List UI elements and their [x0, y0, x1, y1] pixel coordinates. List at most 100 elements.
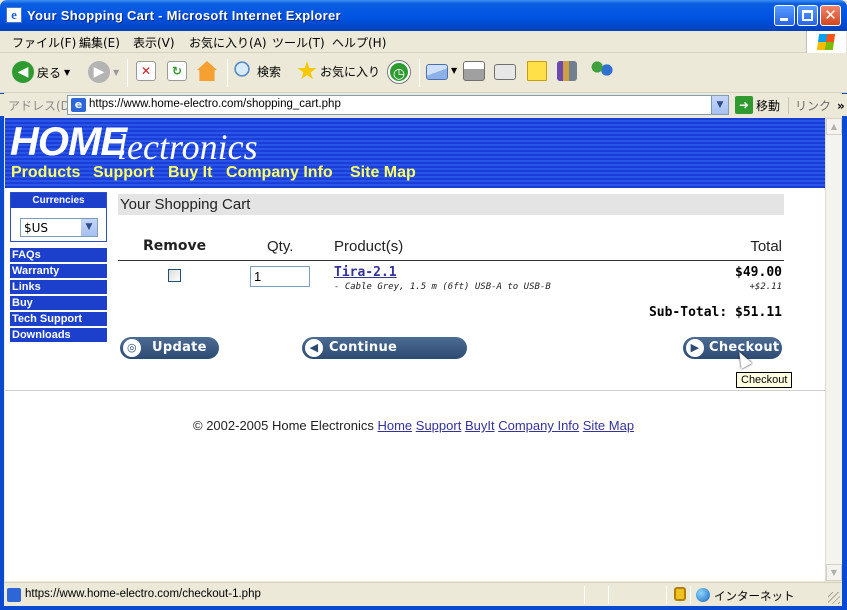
currency-value: $US [24, 221, 49, 235]
update-button[interactable]: ◎ Update [120, 337, 219, 359]
page-icon: e [71, 98, 86, 112]
edit-button[interactable] [494, 61, 516, 85]
ie-app-icon[interactable]: e [6, 7, 22, 23]
continue-shopping-button[interactable]: ◀ Continue Shopping [302, 337, 467, 377]
sidebar-link-links[interactable]: Links [10, 280, 107, 294]
go-label: 移動 [756, 98, 781, 113]
menu-file[interactable]: ファイル(F) [12, 34, 76, 51]
minimize-button[interactable] [774, 5, 795, 26]
title-bar[interactable]: e Your Shopping Cart - Microsoft Interne… [0, 0, 847, 31]
menu-edit[interactable]: 編集(E) [79, 34, 120, 51]
page-content: HOME lectronics Products Support Buy It … [5, 118, 825, 581]
mail-button[interactable]: ▼ [426, 61, 457, 85]
favorites-button[interactable]: お気に入り [297, 61, 380, 85]
nav-site-map[interactable]: Site Map [350, 164, 416, 182]
site-logo-electronics[interactable]: lectronics [117, 126, 258, 168]
site-banner: HOME lectronics Products Support Buy It … [5, 118, 825, 188]
currencies-heading: Currencies [11, 193, 106, 208]
nav-buy-it[interactable]: Buy It [168, 164, 212, 182]
discuss-button[interactable] [527, 61, 547, 85]
footer-link-home[interactable]: Home [377, 418, 412, 433]
home-button[interactable] [197, 61, 217, 85]
menu-help[interactable]: ヘルプ(H) [332, 34, 386, 51]
print-button[interactable] [463, 61, 485, 85]
option-price: +$2.11 [749, 282, 782, 292]
research-icon [557, 61, 577, 81]
toolbar-separator [227, 59, 228, 87]
header-qty: Qty. [267, 238, 294, 255]
chevron-down-icon[interactable]: ▼ [81, 219, 97, 236]
links-chevron-icon[interactable]: » [837, 99, 845, 113]
history-button[interactable]: ◷ [388, 61, 410, 85]
status-separator [666, 586, 667, 604]
close-button[interactable]: ✕ [820, 5, 841, 26]
go-arrow-icon: ➜ [735, 96, 753, 114]
footer-link-support[interactable]: Support [416, 418, 462, 433]
status-page-icon [7, 588, 21, 602]
footer-link-buyit[interactable]: BuyIt [465, 418, 495, 433]
address-input[interactable]: e https://www.home-electro.com/shopping_… [67, 95, 729, 115]
page-title: Your Shopping Cart [118, 194, 784, 215]
sidebar-link-tech-support[interactable]: Tech Support [10, 312, 107, 326]
sidebar-link-faqs[interactable]: FAQs [10, 248, 107, 262]
messenger-button[interactable] [590, 61, 614, 85]
footer-link-company-info[interactable]: Company Info [498, 418, 579, 433]
refresh-button[interactable]: ↻ [167, 61, 187, 85]
sidebar-link-warranty[interactable]: Warranty [10, 264, 107, 278]
internet-zone-icon [696, 588, 710, 602]
currency-select[interactable]: $US ▼ [20, 218, 98, 237]
footer-divider [5, 390, 825, 391]
mail-dropdown-icon[interactable]: ▼ [451, 66, 457, 75]
favorites-star-icon [297, 61, 317, 80]
header-total: Total [750, 238, 782, 255]
nav-support[interactable]: Support [93, 164, 154, 182]
window-border-bottom [0, 606, 847, 610]
links-toolbar[interactable]: リンク » [788, 97, 845, 114]
nav-products[interactable]: Products [11, 164, 80, 182]
home-icon [197, 61, 217, 81]
status-bar: https://www.home-electro.com/checkout-1.… [4, 582, 842, 606]
remove-checkbox[interactable] [168, 269, 181, 282]
menu-view[interactable]: 表示(V) [133, 34, 175, 51]
status-separator [608, 586, 609, 604]
edit-icon [494, 64, 516, 80]
product-link[interactable]: Tira-2.1 [334, 265, 397, 280]
menu-favorites[interactable]: お気に入り(A) [189, 34, 267, 51]
minimize-icon [780, 18, 788, 21]
windows-logo-icon [806, 31, 846, 53]
discuss-icon [527, 61, 547, 81]
back-button[interactable]: ◀ 戻る ▼ [12, 61, 70, 85]
address-url[interactable]: https://www.home-electro.com/shopping_ca… [89, 98, 341, 110]
lock-icon[interactable] [674, 587, 686, 601]
site-logo-home[interactable]: HOME [10, 120, 127, 165]
go-button[interactable]: ➜ 移動 [735, 96, 780, 114]
address-bar: アドレス(D) e https://www.home-electro.com/s… [0, 94, 847, 116]
item-price: $49.00 [735, 265, 782, 280]
checkout-button[interactable]: ▶ Checkout [683, 337, 782, 359]
menu-tools[interactable]: ツール(T) [272, 34, 325, 51]
vertical-scrollbar[interactable]: ▲ ▼ [825, 118, 842, 581]
forward-dropdown-icon[interactable]: ▼ [113, 68, 119, 77]
messenger-icon [590, 61, 614, 81]
search-button[interactable]: 検索 [234, 61, 281, 85]
scroll-up-icon[interactable]: ▲ [826, 118, 842, 135]
forward-button[interactable]: ▶ ▼ [88, 61, 119, 85]
research-button[interactable] [557, 61, 577, 85]
footer-link-site-map[interactable]: Site Map [583, 418, 634, 433]
stop-button[interactable]: ✕ [136, 61, 156, 85]
checkout-tooltip: Checkout [736, 372, 793, 388]
maximize-button[interactable] [797, 5, 818, 26]
sidebar-link-downloads[interactable]: Downloads [10, 328, 107, 342]
print-icon [463, 61, 485, 81]
forward-arrow-icon: ▶ [686, 339, 704, 357]
address-dropdown-icon[interactable]: ▼ [711, 96, 728, 114]
resize-grip-icon[interactable] [828, 592, 840, 604]
scroll-down-icon[interactable]: ▼ [826, 564, 842, 581]
sidebar-link-buy[interactable]: Buy [10, 296, 107, 310]
nav-company-info[interactable]: Company Info [226, 164, 333, 182]
quantity-input[interactable]: 1 [250, 266, 310, 287]
back-arrow-icon: ◀ [305, 339, 323, 357]
security-zone[interactable]: インターネット [714, 588, 795, 604]
back-dropdown-icon[interactable]: ▼ [64, 68, 70, 77]
window-border-left [0, 31, 4, 610]
